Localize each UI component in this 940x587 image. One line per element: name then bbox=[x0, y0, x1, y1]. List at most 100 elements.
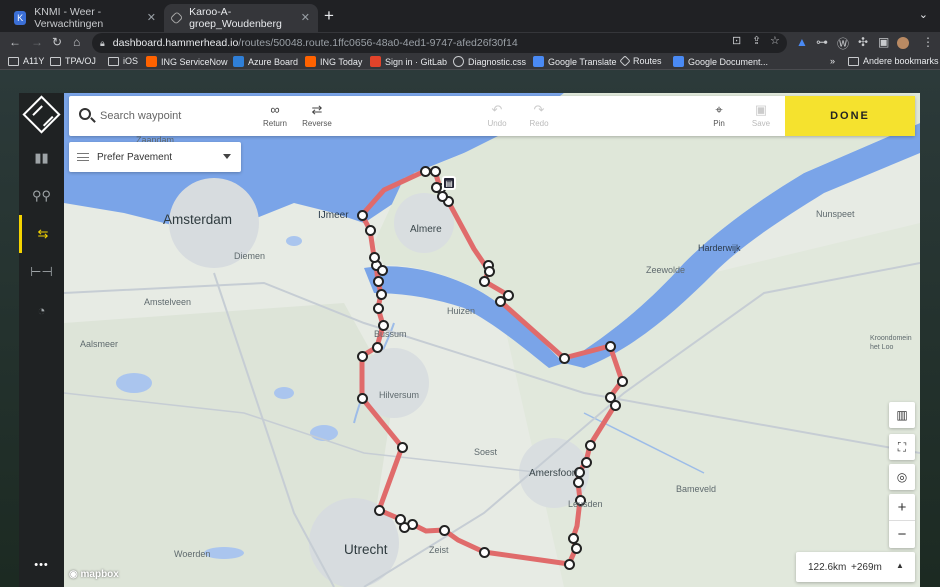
tab-knmi[interactable]: K KNMI - Weer - Verwachtingen ✕ bbox=[6, 4, 164, 32]
extension-glasses-icon[interactable]: ⊶ bbox=[816, 35, 828, 49]
waypoint-marker[interactable] bbox=[439, 525, 450, 536]
waypoint-marker[interactable] bbox=[373, 276, 384, 287]
bookmark-a11y[interactable]: A11Y bbox=[8, 56, 44, 66]
undo-button[interactable]: ↶ Undo bbox=[475, 102, 519, 129]
waypoint-marker[interactable] bbox=[373, 303, 384, 314]
zoom-out-button[interactable]: − bbox=[889, 521, 915, 548]
waypoint-marker[interactable] bbox=[564, 559, 575, 570]
fit-frame-icon: ⛶ bbox=[897, 439, 907, 454]
return-button[interactable]: ∞ Return bbox=[253, 103, 297, 129]
waypoint-marker[interactable] bbox=[395, 514, 406, 525]
waypoint-marker[interactable] bbox=[374, 505, 385, 516]
forward-icon[interactable]: → bbox=[31, 35, 43, 49]
locate-button[interactable]: ◎ bbox=[889, 464, 915, 490]
waypoint-marker[interactable] bbox=[357, 351, 368, 362]
mapbox-attribution[interactable]: ◉ mapbox bbox=[69, 569, 119, 580]
routes-icon[interactable]: ⇆ bbox=[19, 215, 64, 253]
waypoint-marker[interactable] bbox=[559, 353, 570, 364]
bookmark-tpa[interactable]: TPA/OJ bbox=[50, 56, 96, 66]
bookmark-ing-today[interactable]: ING Today bbox=[305, 56, 362, 67]
stats-icon[interactable]: ▮▮ bbox=[19, 139, 64, 177]
bookmark-ios[interactable]: iOS bbox=[108, 56, 138, 66]
profile-avatar[interactable] bbox=[897, 37, 909, 49]
label-soest: Soest bbox=[474, 447, 498, 457]
redo-button[interactable]: ↷ Redo bbox=[517, 103, 561, 129]
bookmark-google-translate[interactable]: Google Translate bbox=[533, 56, 617, 67]
search-waypoint-input[interactable] bbox=[100, 106, 260, 126]
ing-icon bbox=[146, 56, 157, 67]
waypoint-marker[interactable] bbox=[605, 341, 616, 352]
waypoint-marker[interactable] bbox=[365, 225, 376, 236]
waypoint-marker[interactable] bbox=[437, 191, 448, 202]
address-bar[interactable]: 🔒︎ dashboard.hammerhead.io/routes/50048.… bbox=[92, 33, 787, 53]
url-path: /routes/50048.route.1ffc0656-48a0-4ed1-9… bbox=[238, 37, 518, 49]
tab-title: KNMI - Weer - Verwachtingen bbox=[34, 6, 104, 30]
pin-button[interactable]: ⌖ Pin bbox=[697, 103, 741, 129]
tab-karoo[interactable]: Karoo-A-groep_Woudenberg ✕ bbox=[164, 4, 318, 32]
bookmark-diagnostic[interactable]: Diagnostic.css bbox=[453, 56, 526, 67]
waypoint-marker[interactable] bbox=[479, 547, 490, 558]
menu-kebab-icon[interactable]: ⋮ bbox=[922, 35, 934, 49]
waypoint-marker[interactable] bbox=[479, 276, 490, 287]
share-icon[interactable]: ⇪ bbox=[752, 34, 761, 47]
extension-w-icon[interactable]: Ⓦ bbox=[837, 35, 849, 52]
crosshair-icon: ◎ bbox=[896, 470, 908, 484]
tab-title: Karoo-A-groep_Woudenberg bbox=[189, 6, 282, 30]
label-aalsmeer: Aalsmeer bbox=[80, 339, 119, 349]
undo-icon: ↶ bbox=[491, 102, 503, 117]
routing-preference-select[interactable]: Prefer Pavement bbox=[69, 142, 241, 172]
close-tab-icon[interactable]: ✕ bbox=[301, 11, 310, 24]
bookmark-gitlab[interactable]: Sign in · GitLab bbox=[370, 56, 447, 67]
label-almere: Almere bbox=[410, 224, 442, 235]
waypoint-marker[interactable] bbox=[617, 376, 628, 387]
hammerhead-logo-icon[interactable] bbox=[22, 95, 61, 134]
bookmark-azure[interactable]: Azure Board bbox=[233, 56, 298, 67]
install-icon[interactable]: ⊡ bbox=[732, 34, 741, 47]
save-button[interactable]: ▣ Save bbox=[739, 103, 783, 129]
waypoint-marker[interactable] bbox=[372, 342, 383, 353]
back-icon[interactable]: ← bbox=[9, 35, 21, 49]
hammerhead-favicon-icon bbox=[169, 11, 184, 25]
bookmark-google-docs[interactable]: Google Document... bbox=[673, 56, 768, 67]
waypoint-marker[interactable] bbox=[357, 393, 368, 404]
bike-icon[interactable]: ⚲⚲ bbox=[19, 177, 64, 215]
zoom-in-button[interactable]: + bbox=[889, 494, 915, 521]
tab-search-chevron-icon[interactable]: ⌄ bbox=[919, 8, 928, 21]
bookmark-routes[interactable]: Routes bbox=[619, 55, 662, 67]
preference-value: Prefer Pavement bbox=[97, 151, 173, 163]
waypoint-marker[interactable] bbox=[430, 166, 441, 177]
new-tab-button[interactable]: + bbox=[324, 6, 334, 26]
bookmark-star-icon[interactable]: ☆ bbox=[770, 34, 780, 47]
fit-route-button[interactable]: ⛶ bbox=[889, 434, 915, 460]
waypoint-marker[interactable] bbox=[585, 440, 596, 451]
waypoint-marker[interactable] bbox=[495, 296, 506, 307]
reload-icon[interactable]: ↻ bbox=[52, 35, 62, 49]
waypoint-marker[interactable] bbox=[610, 400, 621, 411]
waypoint-marker[interactable] bbox=[369, 252, 380, 263]
bookmark-ing-servicenow[interactable]: ING ServiceNow bbox=[146, 56, 228, 67]
reverse-button[interactable]: ⇄ Reverse bbox=[295, 103, 339, 129]
workout-icon[interactable]: ⊢⊣ bbox=[19, 253, 64, 291]
waypoint-marker[interactable] bbox=[376, 289, 387, 300]
extension-drive-icon[interactable]: ▲ bbox=[796, 35, 808, 49]
home-icon[interactable]: ⌂ bbox=[73, 35, 80, 49]
label-amsterdam: Amsterdam bbox=[163, 212, 233, 227]
route-stats[interactable]: 122.6km +269m ▲ bbox=[796, 552, 915, 582]
waypoint-marker[interactable] bbox=[357, 210, 368, 221]
start-marker-icon[interactable]: ▤ bbox=[442, 176, 456, 190]
waypoint-marker[interactable] bbox=[581, 457, 592, 468]
waypoint-marker[interactable] bbox=[397, 442, 408, 453]
docs-icon bbox=[673, 56, 684, 67]
activity-icon[interactable]: ◔ bbox=[19, 291, 64, 329]
waypoint-marker[interactable] bbox=[571, 543, 582, 554]
bookmarks-overflow[interactable]: » bbox=[830, 56, 835, 66]
waypoint-marker[interactable] bbox=[377, 265, 388, 276]
extensions-puzzle-icon[interactable]: ✣ bbox=[858, 35, 868, 49]
side-panel-icon[interactable]: ▣ bbox=[878, 35, 889, 49]
close-tab-icon[interactable]: ✕ bbox=[147, 11, 156, 24]
map-style-button[interactable]: ▥ bbox=[889, 402, 915, 428]
more-icon[interactable]: ••• bbox=[19, 546, 64, 584]
done-button[interactable]: DONE bbox=[785, 96, 915, 136]
bookmark-other[interactable]: Andere bookmarks bbox=[848, 56, 939, 66]
label-bussum: Bussum bbox=[374, 329, 407, 339]
